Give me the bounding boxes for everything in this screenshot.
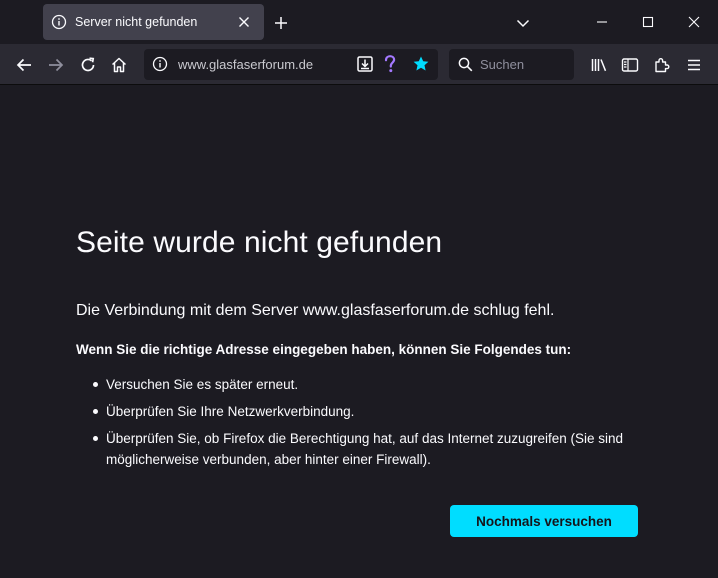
extensions-icon[interactable] [650, 53, 674, 77]
minimize-button[interactable] [590, 10, 614, 34]
search-bar[interactable]: Suchen [449, 49, 574, 80]
question-mark-icon[interactable] [382, 54, 398, 74]
site-info-icon[interactable] [152, 56, 168, 72]
navigation-toolbar: www.glasfaserforum.de Suchen [0, 44, 718, 85]
maximize-button[interactable] [636, 10, 660, 34]
forward-arrow-icon[interactable] [44, 53, 68, 77]
search-icon [458, 57, 473, 72]
list-item: Versuchen Sie es später erneut. [92, 374, 652, 395]
error-description: Die Verbindung mit dem Server www.glasfa… [76, 302, 555, 319]
page-title: Seite wurde nicht gefunden [76, 226, 443, 259]
error-page: Seite wurde nicht gefunden Die Verbindun… [0, 85, 718, 578]
search-placeholder: Suchen [480, 57, 525, 72]
chevron-down-icon[interactable] [512, 12, 534, 34]
library-icon[interactable] [587, 53, 611, 77]
back-arrow-icon[interactable] [12, 53, 36, 77]
error-subtitle: Wenn Sie die richtige Adresse eingegeben… [76, 342, 572, 357]
close-tab-icon[interactable] [234, 12, 254, 32]
url-text: www.glasfaserforum.de [178, 57, 314, 72]
tab-title: Server nicht gefunden [75, 15, 198, 29]
list-item: Überprüfen Sie, ob Firefox die Berechtig… [92, 428, 652, 470]
suggestion-list: Versuchen Sie es später erneut. Überprüf… [92, 374, 652, 476]
sidebar-icon[interactable] [618, 53, 642, 77]
address-bar[interactable]: www.glasfaserforum.de [144, 49, 438, 80]
home-icon[interactable] [107, 53, 131, 77]
reload-icon[interactable] [76, 53, 100, 77]
close-window-button[interactable] [682, 10, 706, 34]
title-bar: Server nicht gefunden [0, 0, 718, 44]
list-item: Überprüfen Sie Ihre Netzwerkverbindung. [92, 401, 652, 422]
bookmark-star-icon[interactable] [412, 55, 430, 73]
retry-button[interactable]: Nochmals versuchen [450, 505, 638, 537]
download-page-icon[interactable] [356, 55, 374, 73]
new-tab-button[interactable] [270, 12, 292, 34]
tab-server-not-found[interactable]: Server nicht gefunden [43, 4, 264, 40]
info-icon [51, 14, 67, 30]
menu-icon[interactable] [682, 53, 706, 77]
